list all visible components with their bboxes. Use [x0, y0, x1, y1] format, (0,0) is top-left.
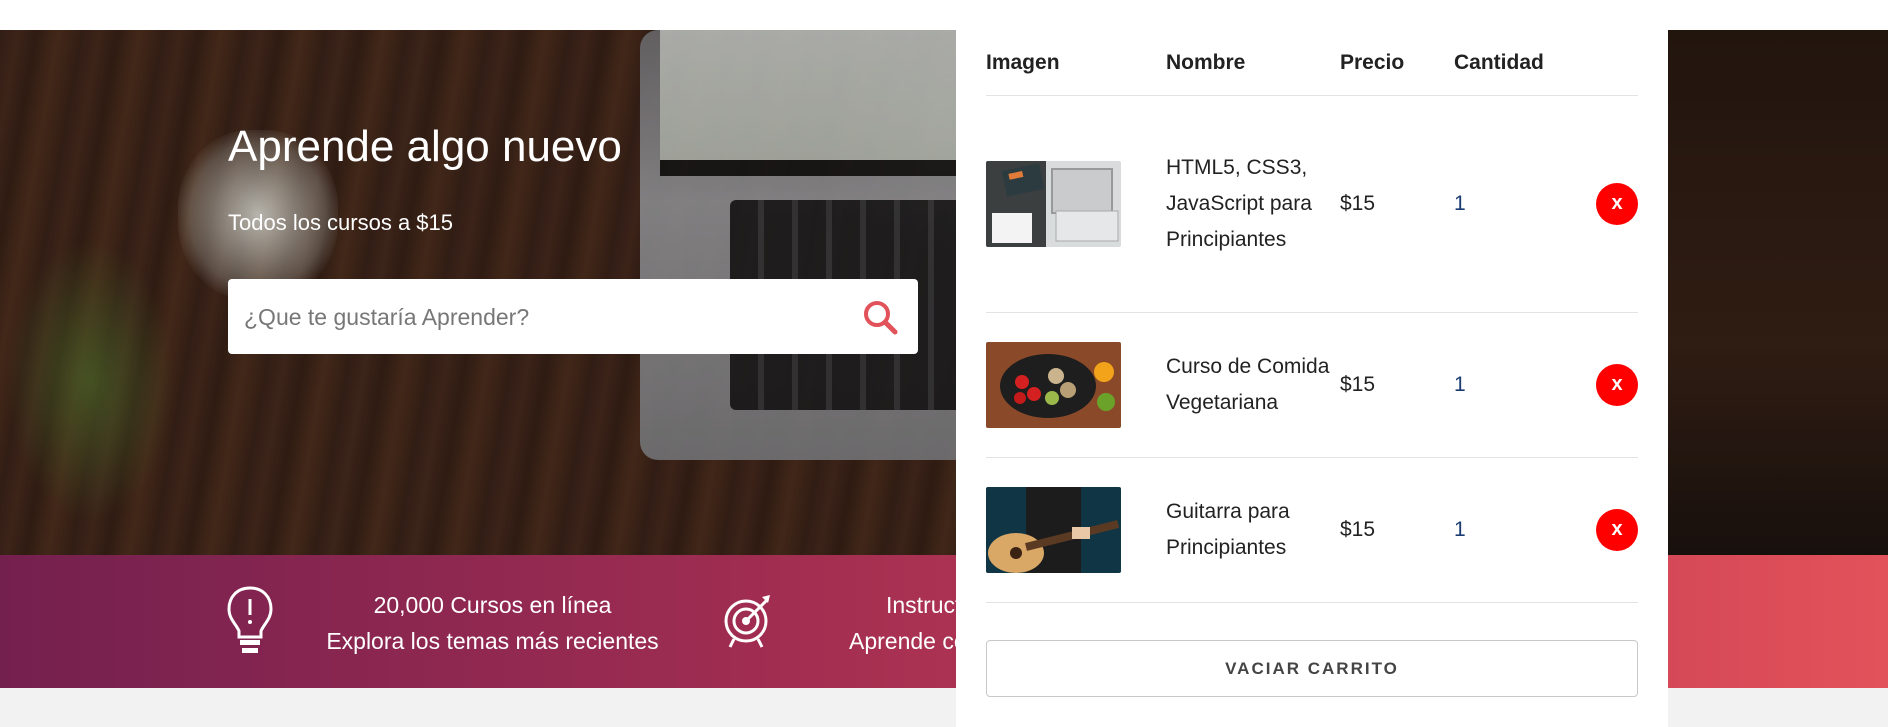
cart-item-remove-cell: x	[1554, 457, 1638, 603]
cart-item-image	[986, 457, 1166, 603]
cart-item-name: Guitarra para Principiantes	[1166, 457, 1340, 603]
cart-item-remove-cell: x	[1554, 312, 1638, 458]
remove-item-button[interactable]: x	[1596, 183, 1638, 225]
feature-instructors-desc: Aprende co	[849, 628, 967, 654]
cart-row: Guitarra para Principiantes $15 1 x	[986, 457, 1638, 603]
cart-panel: Imagen Nombre Precio Cantidad HTML5, CSS…	[956, 0, 1668, 727]
feature-instructors-title: Instruct	[886, 592, 962, 618]
course-thumbnail-guitar	[986, 487, 1121, 573]
course-thumbnail-food	[986, 342, 1121, 428]
empty-cart-button[interactable]: VACIAR CARRITO	[986, 640, 1638, 697]
cart-item-image	[986, 95, 1166, 313]
feature-courses: 20,000 Cursos en línea Explora los temas…	[300, 587, 685, 659]
cart-item-quantity: 1	[1454, 312, 1554, 458]
header-remove	[1554, 30, 1638, 96]
search-icon[interactable]	[860, 297, 900, 337]
cart-item-name: Curso de Comida Vegetariana	[1166, 312, 1340, 458]
cart-item-remove-cell: x	[1554, 95, 1638, 313]
header-price: Precio	[1340, 30, 1454, 96]
header-quantity: Cantidad	[1454, 30, 1554, 96]
remove-item-button[interactable]: x	[1596, 509, 1638, 551]
target-icon	[724, 595, 770, 648]
hero-subtitle: Todos los cursos a $15	[228, 210, 454, 235]
cart-item-name: HTML5, CSS3, JavaScript para Principiant…	[1166, 95, 1340, 313]
cart-item-image	[986, 312, 1166, 458]
cart-item-price: $15	[1340, 312, 1454, 458]
cart-item-price: $15	[1340, 95, 1454, 313]
cart-item-quantity: 1	[1454, 95, 1554, 313]
header-name: Nombre	[1166, 30, 1340, 96]
lightbulb-icon	[227, 586, 273, 653]
cart-item-quantity: 1	[1454, 457, 1554, 603]
feature-courses-title: 20,000 Cursos en línea	[373, 592, 612, 618]
cart-header-row: Imagen Nombre Precio Cantidad	[986, 30, 1638, 96]
search-input[interactable]	[242, 279, 846, 356]
cart-table: Imagen Nombre Precio Cantidad HTML5, CSS…	[986, 30, 1638, 603]
hero-title: Aprende algo nuevo	[228, 122, 622, 171]
feature-courses-desc: Explora los temas más recientes	[326, 628, 659, 654]
header-image: Imagen	[986, 30, 1166, 96]
cart-item-price: $15	[1340, 457, 1454, 603]
cart-row: HTML5, CSS3, JavaScript para Principiant…	[986, 95, 1638, 313]
course-thumbnail-laptop	[986, 161, 1121, 247]
search-form	[228, 279, 918, 356]
cart-row: Curso de Comida Vegetariana $15 1 x	[986, 312, 1638, 458]
feature-instructors: Instruct Aprende co	[849, 587, 969, 659]
remove-item-button[interactable]: x	[1596, 364, 1638, 406]
